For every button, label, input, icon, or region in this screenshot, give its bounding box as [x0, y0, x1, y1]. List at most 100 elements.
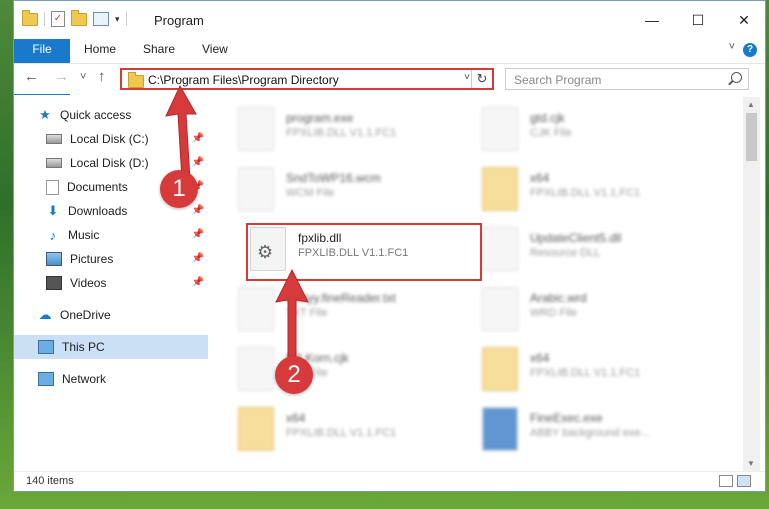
recent-locations-button[interactable]: ˅ — [80, 71, 86, 83]
file-name: x64 — [530, 171, 550, 185]
close-button[interactable]: ✕ — [721, 1, 765, 31]
file-item[interactable]: x64 FPXLIB.DLL V1.1.FC1 — [238, 401, 478, 457]
search-input[interactable]: Search Program — [505, 68, 749, 90]
file-item[interactable]: Arabic.wrd WRD File — [482, 281, 722, 337]
sidebar-item-label: OneDrive — [60, 308, 111, 322]
file-type: ABBY background exe... — [530, 427, 650, 439]
navigation-bar: ← → ˅ ↑ C:\Program Files\Program Directo… — [14, 63, 765, 94]
up-button[interactable]: ↑ — [98, 68, 106, 85]
scroll-thumb[interactable] — [746, 113, 757, 161]
sidebar-item-label: Quick access — [60, 108, 132, 122]
toolbar-divider — [44, 12, 45, 26]
file-name: program.exe — [286, 111, 354, 125]
file-type: CJK File — [530, 127, 572, 139]
scroll-down-icon[interactable]: ▼ — [747, 459, 755, 468]
file-item[interactable]: program.exe FPXLIB.DLL V1.1.FC1 — [238, 101, 478, 157]
sidebar-item-label: Videos — [70, 276, 107, 290]
pin-icon[interactable]: 📌 — [192, 253, 204, 264]
title-bar: ✓ ▾ Program — ☐ ✕ — [14, 1, 765, 39]
file-type: WCM File — [286, 187, 335, 199]
file-icon — [238, 167, 274, 211]
file-item[interactable]: SndToWP16.wcm WCM File — [238, 161, 478, 217]
sidebar-item-music[interactable]: ♪ Music 📌 — [14, 223, 208, 247]
help-icon[interactable]: ? — [743, 43, 757, 57]
step-badge-1: 1 — [160, 170, 198, 208]
sidebar-item-label: This PC — [62, 340, 105, 354]
pin-icon[interactable]: 📌 — [192, 277, 204, 288]
file-icon — [482, 107, 518, 151]
file-type: FPXLIB.DLL V1.1.FC1 — [530, 367, 641, 379]
file-item[interactable]: FineExec.exe ABBY background exe... — [482, 401, 722, 457]
sidebar-item-label: Pictures — [70, 252, 114, 266]
explorer-window: ✓ ▾ Program — ☐ ✕ File Home Share View ˅… — [13, 0, 766, 492]
pin-icon[interactable]: 📌 — [192, 229, 204, 240]
toolbar-divider — [125, 12, 127, 26]
expand-ribbon-icon[interactable]: ˅ — [729, 41, 735, 53]
file-icon — [482, 287, 518, 331]
exe-file-icon — [238, 107, 274, 151]
star-icon: ★ — [39, 107, 51, 122]
file-item[interactable]: gtd.cjk CJK File — [482, 101, 722, 157]
quick-access-toolbar: ✓ ▾ — [22, 9, 127, 27]
document-icon — [46, 179, 59, 195]
file-type: WRD File — [530, 307, 578, 319]
tab-share[interactable]: Share — [143, 39, 175, 61]
pin-icon[interactable]: 📌 — [192, 205, 204, 216]
maximize-button[interactable]: ☐ — [675, 1, 721, 31]
file-name: gtd.cjk — [530, 111, 565, 125]
cloud-icon: ☁ — [38, 307, 52, 322]
file-type: FPXLIB.DLL V1.1.FC1 — [286, 427, 397, 439]
scroll-up-icon[interactable]: ▲ — [747, 100, 755, 109]
large-icons-view-icon[interactable] — [737, 475, 751, 487]
back-button[interactable]: ← — [24, 68, 39, 85]
file-type: Resource DLL — [530, 247, 601, 259]
file-name: Arabic.wrd — [530, 291, 587, 305]
network-icon — [38, 372, 54, 386]
folder-icon — [482, 347, 518, 391]
refresh-icon[interactable]: ↻ — [471, 70, 492, 88]
file-name: x64 — [530, 351, 550, 365]
file-item[interactable]: UpdateClient5.dll Resource DLL — [482, 221, 722, 277]
properties-icon[interactable] — [93, 12, 109, 26]
vertical-scrollbar[interactable]: ▲ ▼ — [743, 97, 760, 471]
details-view-icon[interactable] — [719, 475, 733, 487]
exe-file-icon — [482, 407, 518, 451]
minimize-button[interactable]: — — [629, 1, 675, 31]
sidebar-item-pictures[interactable]: Pictures 📌 — [14, 247, 208, 271]
new-folder-icon[interactable] — [71, 9, 87, 26]
item-count: 140 items — [26, 475, 74, 487]
search-icon[interactable] — [731, 72, 742, 83]
file-item[interactable]: x64 FPXLIB.DLL V1.1.FC1 — [482, 341, 722, 397]
dll-file-icon — [482, 227, 518, 271]
sidebar-item-label: Local Disk (D:) — [70, 156, 149, 170]
forward-button[interactable]: → — [54, 68, 69, 85]
annotation-arrow-2 — [275, 268, 309, 362]
sidebar-item-label: Music — [68, 228, 100, 242]
drive-icon — [46, 134, 62, 144]
sidebar-item-network[interactable]: Network — [14, 367, 208, 391]
sidebar-item-label: Network — [62, 372, 107, 386]
properties-check-icon[interactable]: ✓ — [51, 11, 65, 27]
computer-icon — [38, 340, 54, 354]
step-badge-2: 2 — [275, 356, 313, 394]
address-dropdown-icon[interactable]: ˅ — [464, 72, 470, 83]
folder-icon — [128, 72, 144, 88]
ribbon-tabs: File Home Share View ˅ ? — [14, 39, 765, 95]
folder-icon — [482, 167, 518, 211]
file-name: x64 — [286, 411, 306, 425]
folder-icon — [238, 407, 274, 451]
sidebar-item-this-pc[interactable]: This PC — [14, 335, 208, 359]
download-icon: ⬇ — [47, 203, 59, 218]
video-icon — [46, 276, 62, 290]
sidebar-item-label: Local Disk (C:) — [70, 132, 149, 146]
file-type: FPXLIB.DLL V1.1.FC1 — [530, 187, 641, 199]
sidebar-item-videos[interactable]: Videos 📌 — [14, 271, 208, 295]
file-item[interactable]: x64 FPXLIB.DLL V1.1.FC1 — [482, 161, 722, 217]
sidebar-item-onedrive[interactable]: ☁ OneDrive — [14, 303, 208, 327]
tab-home[interactable]: Home — [84, 39, 116, 61]
drive-icon — [46, 158, 62, 168]
file-name: FineExec.exe — [530, 411, 603, 425]
search-placeholder: Search Program — [514, 73, 602, 87]
tab-view[interactable]: View — [202, 39, 228, 61]
customize-toolbar-dropdown-icon[interactable]: ▾ — [115, 14, 120, 25]
